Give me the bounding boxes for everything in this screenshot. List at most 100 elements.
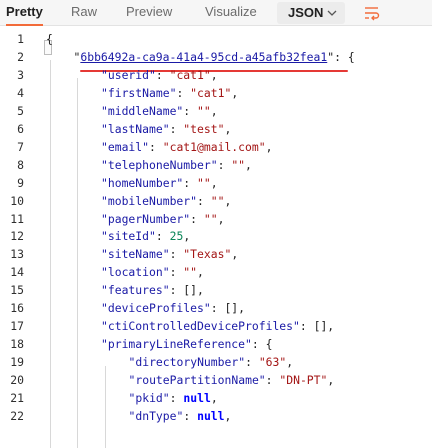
json-punctuation: : <box>265 373 280 388</box>
code-line: "telephoneNumber": "", <box>101 158 252 172</box>
wrap-lines-icon[interactable] <box>362 3 382 23</box>
tab-preview[interactable]: Preview <box>126 0 172 26</box>
line-number: 2 <box>17 49 24 64</box>
json-key: "lastName" <box>101 121 170 136</box>
json-punctuation: : <box>176 85 191 100</box>
json-key: "telephoneNumber" <box>101 157 218 172</box>
json-key: "deviceProfiles" <box>101 301 211 316</box>
json-key: "features" <box>101 283 170 298</box>
line-number: 9 <box>17 175 24 190</box>
line-number: 17 <box>10 319 24 334</box>
chevron-down-icon <box>327 10 337 16</box>
json-punctuation: , <box>183 229 191 244</box>
json-punctuation: : <box>197 193 211 208</box>
code-line: "middleName": "", <box>101 104 218 118</box>
tab-raw[interactable]: Raw <box>71 0 97 26</box>
indent-guide <box>77 78 78 448</box>
json-punctuation: ": { <box>327 49 355 64</box>
json-punctuation: : <box>190 211 204 226</box>
code-line: "routePartitionName": "DN-PT", <box>129 373 335 387</box>
json-punctuation: : <box>155 67 170 82</box>
json-punctuation: : <box>155 229 170 244</box>
json-string-value: "" <box>197 103 211 118</box>
json-string-value: "" <box>197 175 211 190</box>
json-punctuation: : <box>183 103 198 118</box>
json-code-editor[interactable]: 1 2 3 4 5 6 7 8 9 10 11 12 13 14 15 16 17 18 19 20 21 22{"6bb… <box>0 26 432 448</box>
json-key: "directoryNumber" <box>128 355 246 370</box>
json-number-value: 25 <box>169 229 184 244</box>
code-line: "siteName": "Texas", <box>101 247 238 261</box>
code-line: "firstName": "cat1", <box>101 86 238 100</box>
line-number: 20 <box>10 373 24 388</box>
json-string-value: "Texas" <box>183 247 232 262</box>
json-punctuation: : <box>183 175 198 190</box>
json-string-value: "" <box>210 193 225 208</box>
tab-pretty[interactable]: Pretty <box>6 0 43 26</box>
json-punctuation: , <box>224 121 232 136</box>
json-punctuation: , <box>245 157 252 172</box>
json-string-value: "" <box>203 211 218 226</box>
json-string-value: "DN-PT" <box>279 373 328 388</box>
json-key: "pkid" <box>128 391 170 405</box>
json-string-value: "" <box>183 265 198 280</box>
json-punctuation: : <box>245 355 259 370</box>
json-key: "ctiControlledDeviceProfiles" <box>101 319 300 334</box>
json-null-value: null <box>183 391 211 405</box>
code-line: "pagerNumber": "", <box>101 212 224 226</box>
format-select-value: JSON <box>288 5 324 20</box>
code-line: "6bb6492a-ca9a-41a4-95cd-a45afb32fea1": … <box>74 50 355 64</box>
json-punctuation: , <box>286 355 294 370</box>
line-number: 4 <box>17 85 24 100</box>
line-number: 15 <box>10 283 24 298</box>
json-key: "primaryLineReference" <box>101 337 252 352</box>
json-punctuation: , <box>210 175 218 190</box>
code-line: "homeNumber": "", <box>101 176 218 190</box>
json-key: "dnType" <box>128 408 184 423</box>
indent-guide <box>105 366 106 448</box>
json-object-key-link[interactable]: 6bb6492a-ca9a-41a4-95cd-a45afb32fea1 <box>80 50 327 64</box>
line-number: 3 <box>17 67 24 82</box>
json-punctuation: { <box>46 32 53 46</box>
json-key: "firstName" <box>101 85 177 100</box>
code-line: "siteId": 25, <box>101 229 190 243</box>
code-line: "email": "cat1@mail.com", <box>101 140 272 154</box>
line-number: 21 <box>10 391 24 405</box>
code-line: "dnType": null, <box>129 409 232 423</box>
json-punctuation: : <box>169 247 184 262</box>
json-punctuation: : <box>217 157 232 172</box>
json-punctuation: , <box>197 265 204 280</box>
json-punctuation: , <box>217 211 225 226</box>
line-number: 11 <box>10 211 24 226</box>
json-punctuation: , <box>210 391 218 405</box>
json-key: "location" <box>101 265 170 280</box>
code-line: "ctiControlledDeviceProfiles": [], <box>101 319 334 333</box>
json-punctuation: : <box>183 408 198 423</box>
json-punctuation: , <box>224 193 232 208</box>
json-key: "routePartitionName" <box>128 373 266 388</box>
line-number: 1 <box>17 32 24 46</box>
json-punctuation: : [], <box>299 319 335 334</box>
json-string-value: "cat1" <box>169 67 211 82</box>
line-number: 14 <box>10 265 24 280</box>
format-select[interactable]: JSON <box>277 2 345 24</box>
code-line: "mobileNumber": "", <box>101 194 231 208</box>
line-number: 16 <box>10 301 24 316</box>
json-key: "userid" <box>101 67 156 82</box>
line-number: 8 <box>17 157 24 172</box>
json-key: "email" <box>101 139 150 154</box>
code-line: "location": "", <box>101 265 204 279</box>
json-punctuation: : { <box>251 337 273 352</box>
tab-visualize[interactable]: Visualize <box>205 0 257 26</box>
json-punctuation: , <box>210 103 218 118</box>
json-key: "middleName" <box>101 103 184 118</box>
line-number: 13 <box>10 247 24 262</box>
line-number: 19 <box>10 355 24 370</box>
json-punctuation: , <box>231 247 239 262</box>
json-string-value: "" <box>231 157 246 172</box>
line-number: 7 <box>17 139 24 154</box>
code-line: "userid": "cat1", <box>101 68 218 82</box>
json-punctuation: : [], <box>210 301 246 316</box>
code-line: "pkid": null, <box>129 391 218 405</box>
json-string-value: "63" <box>258 355 287 370</box>
line-number: 18 <box>10 337 24 352</box>
